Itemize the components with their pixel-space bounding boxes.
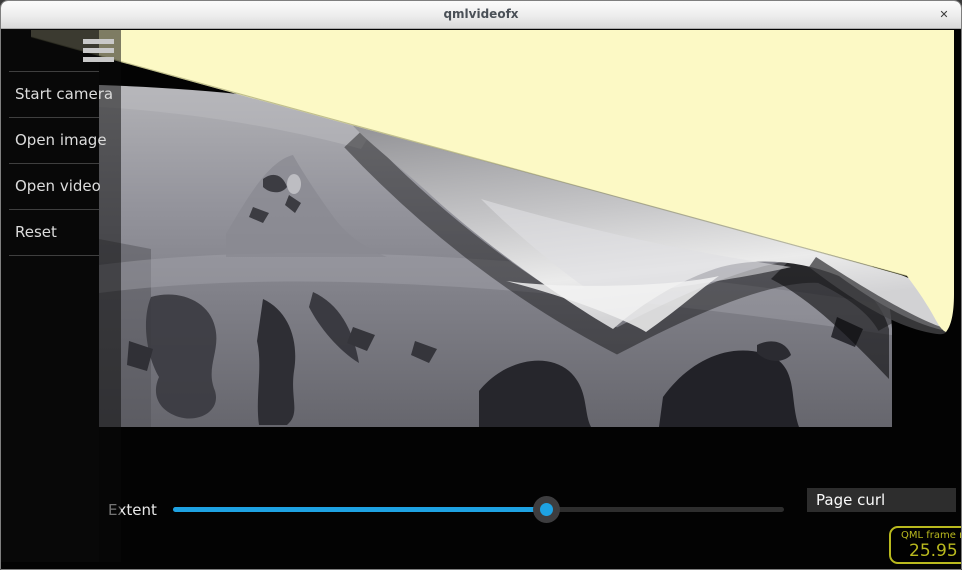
title-bar: qmlvideofx ✕ xyxy=(1,1,961,29)
sidebar-item-start-camera[interactable]: Start camera xyxy=(9,71,99,117)
app-window: qmlvideofx ✕ xyxy=(0,0,962,570)
menu-icon-bar xyxy=(83,57,114,62)
sidebar-menu: Start camera Open image Open video Reset xyxy=(9,71,99,256)
sidebar-item-reset[interactable]: Reset xyxy=(9,209,99,255)
extent-slider-handle[interactable] xyxy=(533,496,560,523)
menu-icon-bar xyxy=(83,48,114,53)
window-title: qmlvideofx xyxy=(1,7,961,21)
content-area: Extent Page curl QML frame r... 25.95 St… xyxy=(1,29,961,569)
fps-readout: QML frame r... 25.95 xyxy=(889,526,961,564)
effect-selector[interactable]: Page curl xyxy=(807,488,956,512)
menu-icon[interactable] xyxy=(83,39,114,66)
sidebar-item-open-image[interactable]: Open image xyxy=(9,117,99,163)
menu-icon-bar xyxy=(83,39,114,44)
extent-slider-fill xyxy=(173,507,546,512)
menu-divider xyxy=(9,255,99,256)
extent-slider-track[interactable] xyxy=(173,507,784,512)
extent-slider-handle-dot xyxy=(540,503,553,516)
fps-value: 25.95 xyxy=(891,542,961,561)
close-icon[interactable]: ✕ xyxy=(936,7,952,23)
sidebar-item-open-video[interactable]: Open video xyxy=(9,163,99,209)
